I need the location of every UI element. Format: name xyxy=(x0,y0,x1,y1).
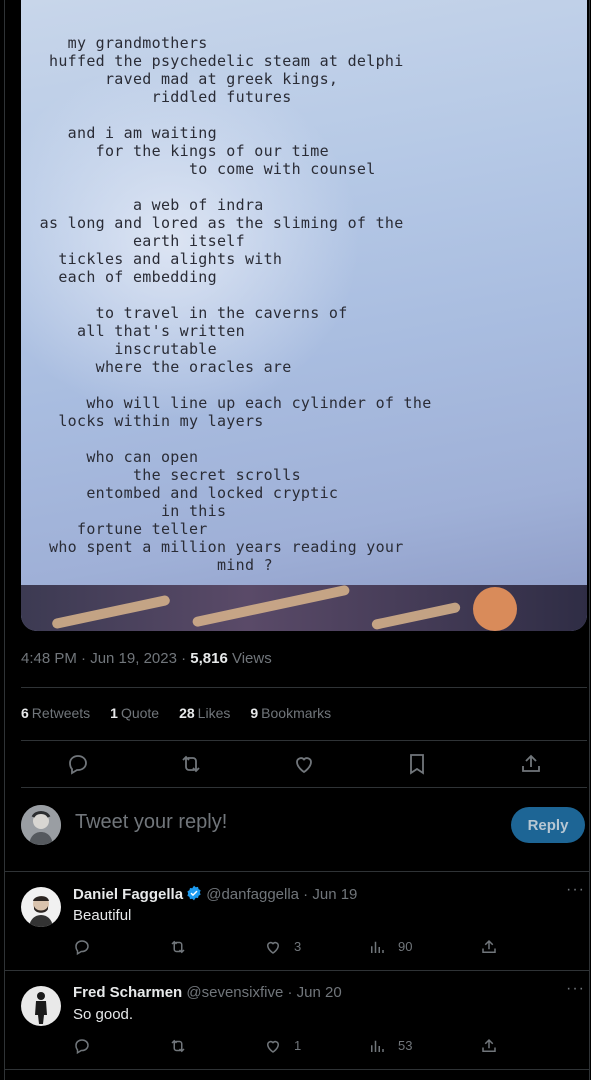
retweets-stat[interactable]: 6 Retweets xyxy=(21,705,90,721)
author-name[interactable]: Daniel Faggella @danfaggella · Jun 19 xyxy=(73,885,357,903)
bookmark-icon[interactable] xyxy=(405,752,429,776)
poem-line xyxy=(21,376,587,394)
reply-text: So good. xyxy=(73,1006,134,1023)
avatar[interactable] xyxy=(21,887,61,927)
poem-line: who can open xyxy=(21,448,199,466)
tweet-timestamp[interactable]: 4:48 PM · Jun 19, 2023 · 5,816 Views xyxy=(21,650,272,667)
poem-line: to come with counsel xyxy=(21,160,376,178)
poem-line: mind ? xyxy=(21,556,273,574)
decor-swoosh xyxy=(191,584,351,628)
author-handle[interactable]: @danfaggella · Jun 19 xyxy=(206,886,357,903)
poem-line: earth itself xyxy=(21,232,245,250)
decor-swoosh xyxy=(370,601,462,631)
views-icon[interactable] xyxy=(368,1037,386,1055)
poem-line: fortune teller xyxy=(21,520,208,538)
divider xyxy=(4,871,589,872)
retweet-icon[interactable] xyxy=(169,938,187,956)
poem-line: and i am waiting xyxy=(21,124,217,142)
poem-line xyxy=(21,430,587,448)
reply-text: Beautiful xyxy=(73,907,132,924)
poem-line xyxy=(21,286,587,304)
poem-line: each of embedding xyxy=(21,268,217,286)
poem-line: in this xyxy=(21,502,227,520)
reply-composer: Tweet your reply! Reply xyxy=(21,805,587,847)
poem-line: who will line up each cylinder of the xyxy=(21,394,432,412)
author-handle[interactable]: @sevensixfive · Jun 20 xyxy=(186,984,341,1001)
poem-line: riddled futures xyxy=(21,88,292,106)
share-icon[interactable] xyxy=(480,1037,498,1055)
reply-icon[interactable] xyxy=(73,938,91,956)
tweet-time[interactable]: 4:48 PM · Jun 19, 2023 · xyxy=(21,650,190,667)
likes-stat[interactable]: 28 Likes xyxy=(179,705,230,721)
like-icon[interactable] xyxy=(264,938,282,956)
author-name[interactable]: Fred Scharmen @sevensixfive · Jun 20 xyxy=(73,984,342,1001)
reply-input[interactable]: Tweet your reply! xyxy=(75,811,227,834)
like-icon[interactable] xyxy=(292,752,316,776)
poem-line: inscrutable xyxy=(21,340,217,358)
poem-line: entombed and locked cryptic xyxy=(21,484,339,502)
reply-icon[interactable] xyxy=(73,1037,91,1055)
bookmarks-count: 9 xyxy=(250,705,259,721)
retweets-count: 6 xyxy=(21,705,29,721)
divider xyxy=(21,687,587,688)
poem-line xyxy=(21,178,587,196)
like-icon[interactable] xyxy=(264,1037,282,1055)
quotes-count: 1 xyxy=(110,705,118,721)
engagement-stats: 6 Retweets 1 Quote 28 Likes 9 Bookmarks xyxy=(21,705,331,721)
views-count: 90 xyxy=(398,939,413,954)
poem-line: raved mad at greek kings, xyxy=(21,70,339,88)
poem-line: tickles and alights with xyxy=(21,250,283,268)
poem-line: to travel in the caverns of xyxy=(21,304,348,322)
right-column-border xyxy=(589,0,590,1080)
poem-line: the secret scrolls xyxy=(21,466,301,484)
divider xyxy=(21,740,587,741)
poem-line: all that's written xyxy=(21,322,245,340)
author-display-name[interactable]: Fred Scharmen xyxy=(73,984,182,1001)
bookmarks-label: Bookmarks xyxy=(261,705,332,721)
poem-line: where the oracles are xyxy=(21,358,292,376)
decor-swoosh xyxy=(51,594,171,630)
poem-line: for the kings of our time xyxy=(21,142,329,160)
bookmarks-stat[interactable]: 9 Bookmarks xyxy=(250,705,331,721)
views-count: 53 xyxy=(398,1038,413,1053)
like-count: 1 xyxy=(294,1038,302,1053)
poem-line: a web of indra xyxy=(21,196,264,214)
divider xyxy=(4,970,589,971)
retweet-icon[interactable] xyxy=(179,752,203,776)
likes-label: Likes xyxy=(197,705,231,721)
tweet-photo[interactable]: my grandmothers huffed the psychedelic s… xyxy=(21,0,587,631)
reply-icon[interactable] xyxy=(66,752,90,776)
verified-badge-icon xyxy=(186,885,202,901)
retweets-label: Retweets xyxy=(31,705,91,721)
user-avatar[interactable] xyxy=(21,805,61,845)
more-options-icon[interactable]: ··· xyxy=(566,980,585,998)
share-icon[interactable] xyxy=(519,752,543,776)
likes-count: 28 xyxy=(179,705,195,721)
left-column-border xyxy=(4,0,5,1080)
more-options-icon[interactable]: ··· xyxy=(566,881,585,899)
share-icon[interactable] xyxy=(480,938,498,956)
tweet-action-bar xyxy=(21,750,587,778)
poem-line: who spent a million years reading your xyxy=(21,538,404,556)
views-label: Views xyxy=(227,650,272,667)
poem-line xyxy=(21,106,587,124)
retweet-icon[interactable] xyxy=(169,1037,187,1055)
like-count: 3 xyxy=(294,939,302,954)
poem-line: my grandmothers xyxy=(21,34,208,52)
poem-line: huffed the psychedelic steam at delphi xyxy=(21,52,404,70)
reply-button[interactable]: Reply xyxy=(511,807,585,843)
quotes-label: Quote xyxy=(120,705,160,721)
divider xyxy=(4,1069,589,1070)
views-count: 5,816 xyxy=(190,650,228,667)
decor-dot xyxy=(473,587,517,631)
views-icon[interactable] xyxy=(368,938,386,956)
author-display-name[interactable]: Daniel Faggella xyxy=(73,886,183,903)
typewritten-poem: my grandmothers huffed the psychedelic s… xyxy=(21,34,587,574)
poem-line: locks within my layers xyxy=(21,412,264,430)
avatar[interactable] xyxy=(21,986,61,1026)
poem-line: as long and lored as the sliming of the xyxy=(21,214,404,232)
divider xyxy=(21,787,587,788)
photo-bottom-strip xyxy=(21,584,587,631)
quotes-stat[interactable]: 1 Quote xyxy=(110,705,159,721)
